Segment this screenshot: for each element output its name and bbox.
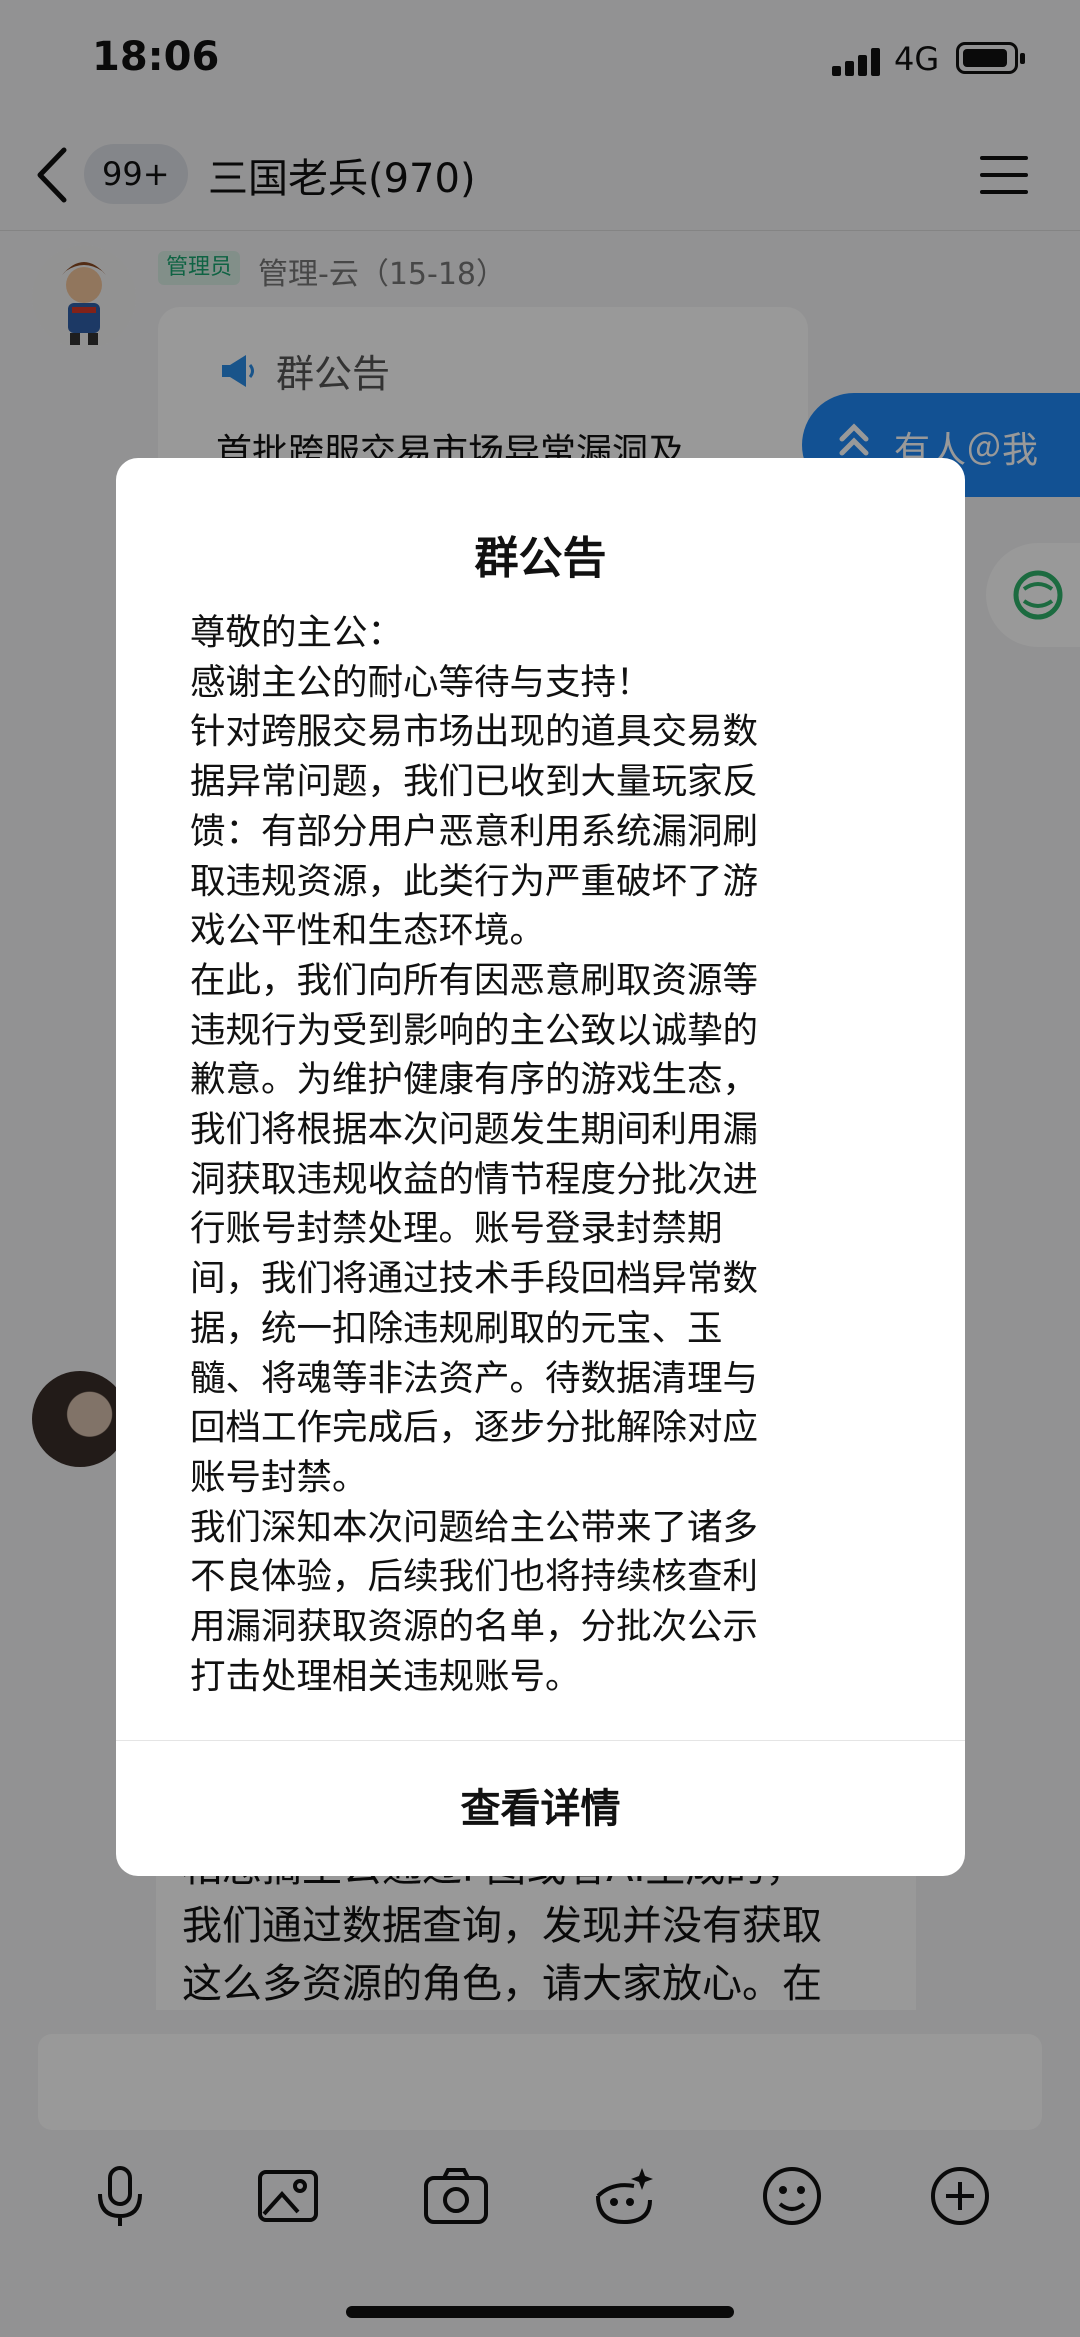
- dialog-line: 打击处理相关违规账号。: [190, 1655, 581, 1697]
- announcement-dialog: 群公告 尊敬的主公： 感谢主公的耐心等待与支持！ 针对跨服交易市场出现的道具交易…: [116, 458, 965, 1876]
- dialog-line: 我们深知本次问题给主公带来了诸多: [190, 1506, 759, 1548]
- dialog-line: 据，统一扣除违规刷取的元宝、玉: [190, 1307, 723, 1349]
- dialog-title: 群公告: [474, 533, 607, 584]
- dialog-line: 不良体验，后续我们也将持续核查利: [190, 1556, 759, 1598]
- dialog-line: 取违规资源，此类行为严重破坏了游: [190, 860, 759, 902]
- dialog-line: 在此，我们向所有因恶意刷取资源等: [190, 959, 759, 1001]
- dialog-line: 用漏洞获取资源的名单，分批次公示: [190, 1606, 759, 1648]
- dialog-line: 馈：有部分用户恶意利用系统漏洞刷: [190, 810, 759, 852]
- dialog-body: 尊敬的主公： 感谢主公的耐心等待与支持！ 针对跨服交易市场出现的道具交易数 据异…: [190, 608, 910, 1701]
- view-details-button[interactable]: 查看详情: [116, 1741, 965, 1876]
- dialog-line: 针对跨服交易市场出现的道具交易数: [190, 711, 759, 753]
- dialog-line: 我们将根据本次问题发生期间利用漏: [190, 1109, 759, 1151]
- dialog-line: 戏公平性和生态环境。: [190, 910, 546, 952]
- dialog-line: 回档工作完成后，逐步分批解除对应: [190, 1407, 759, 1449]
- dialog-line: 行账号封禁处理。账号登录封禁期: [190, 1208, 723, 1250]
- dialog-line: 账号封禁。: [190, 1456, 368, 1498]
- dialog-line: 感谢主公的耐心等待与支持！: [190, 661, 652, 703]
- dialog-line: 据异常问题，我们已收到大量玩家反: [190, 761, 759, 803]
- dialog-line: 尊敬的主公：: [190, 612, 404, 653]
- dialog-line: 歉意。为维护健康有序的游戏生态，: [190, 1059, 759, 1101]
- dialog-line: 洞获取违规收益的情节程度分批次进: [190, 1158, 759, 1200]
- dialog-line: 违规行为受到影响的主公致以诚挚的: [190, 1009, 759, 1051]
- dialog-line: 间，我们将通过技术手段回档异常数: [190, 1258, 759, 1300]
- dialog-line: 髓、将魂等非法资产。待数据清理与: [190, 1357, 759, 1399]
